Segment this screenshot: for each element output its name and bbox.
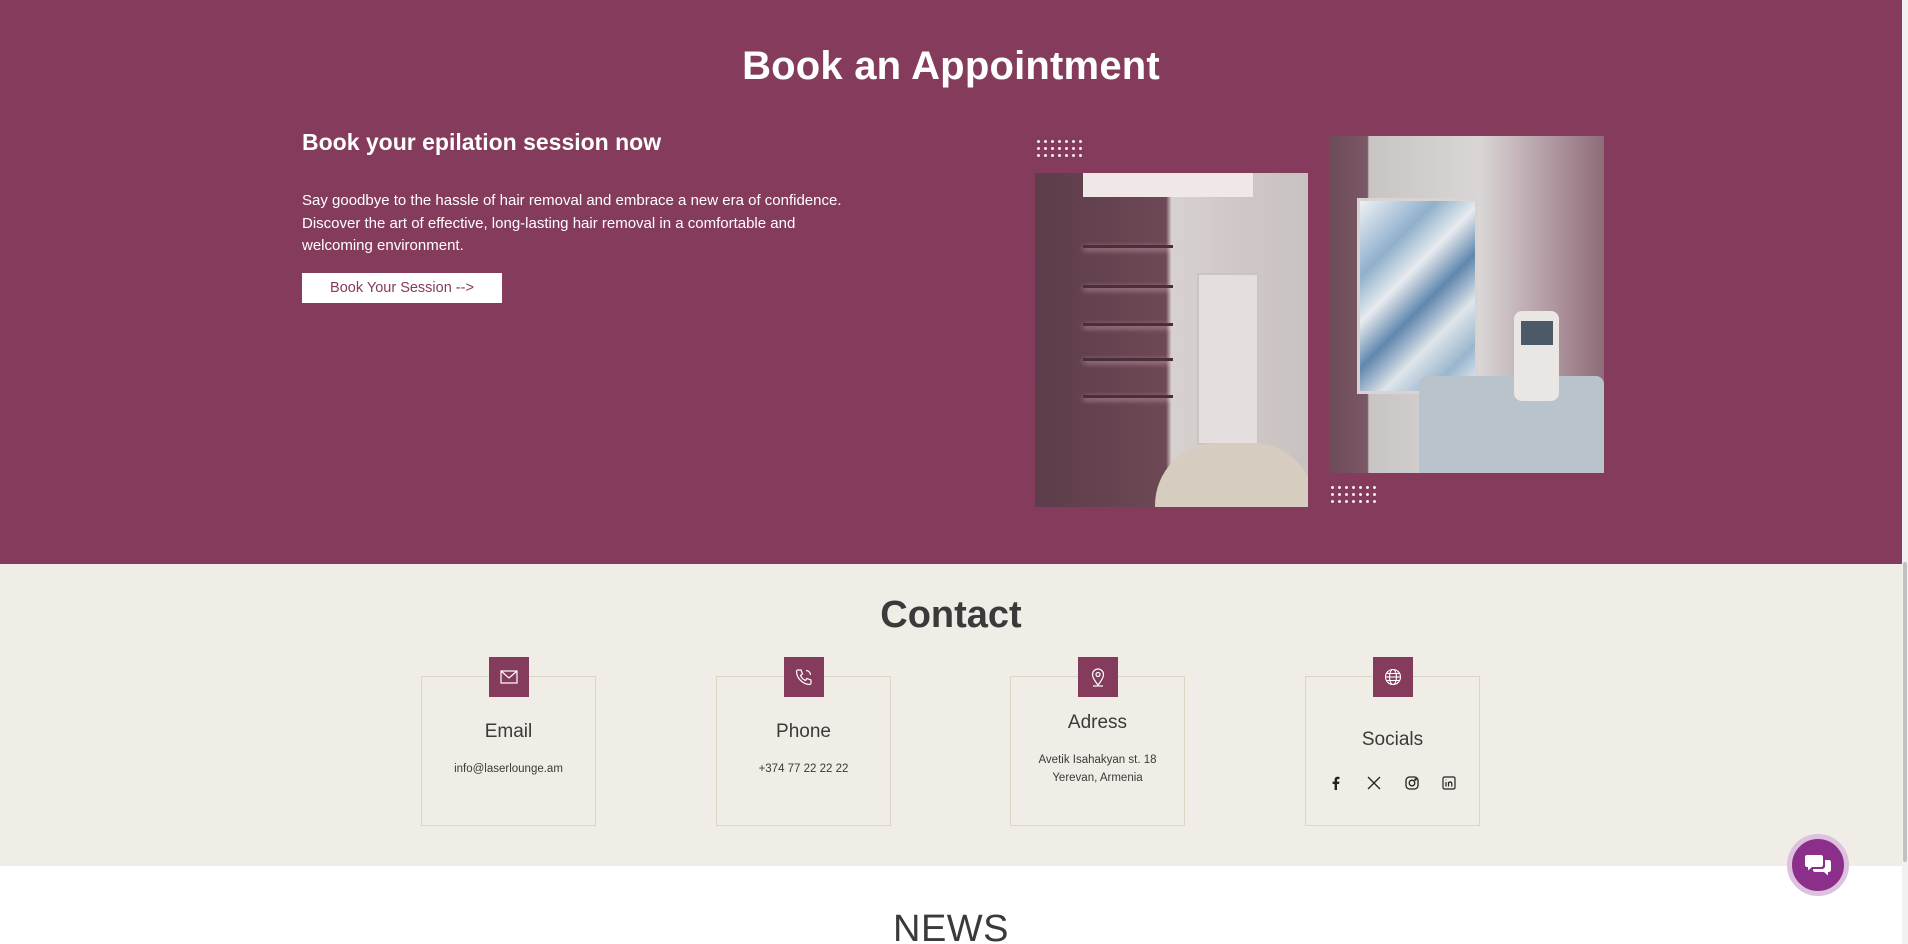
treatment-bed — [1419, 376, 1604, 473]
email-card: Email info@laserlounge.am — [421, 657, 596, 826]
news-title: NEWS — [893, 908, 1009, 944]
linkedin-icon[interactable] — [1441, 775, 1457, 791]
clinic-room-photo — [1035, 173, 1308, 507]
globe-icon — [1373, 657, 1413, 697]
treatment-room-photo — [1329, 136, 1604, 473]
shelf — [1083, 285, 1173, 288]
contact-section: Contact Email info@laserlounge.am Phone … — [0, 564, 1902, 866]
book-session-button[interactable]: Book Your Session --> — [302, 273, 502, 303]
phone-card: Phone +374 77 22 22 22 — [716, 657, 891, 826]
scrollbar[interactable] — [1902, 0, 1908, 944]
email-value[interactable]: info@laserlounge.am — [422, 760, 595, 778]
armchair — [1155, 443, 1308, 507]
address-label: Adress — [1067, 712, 1128, 733]
x-icon[interactable] — [1366, 775, 1382, 791]
machine-screen — [1521, 321, 1553, 345]
wall-artwork — [1357, 198, 1478, 394]
phone-value[interactable]: +374 77 22 22 22 — [717, 760, 890, 778]
contact-title: Contact — [880, 594, 1022, 636]
instagram-icon[interactable] — [1404, 775, 1420, 791]
address-line-2: Yerevan, Armenia — [1052, 772, 1143, 784]
map-pin-icon — [1078, 657, 1118, 697]
door — [1197, 273, 1259, 445]
shelf — [1083, 245, 1173, 248]
envelope-icon — [489, 657, 529, 697]
decorative-dots — [1035, 138, 1083, 160]
shelf — [1083, 323, 1173, 326]
ceiling-light — [1083, 173, 1253, 197]
address-line-1: Avetik Isahakyan st. 18 — [1038, 754, 1157, 766]
socials-card: Socials — [1305, 657, 1480, 826]
booking-section: Book an Appointment Book your epilation … — [0, 0, 1902, 564]
booking-title: Book an Appointment — [742, 44, 1160, 88]
phone-icon — [784, 657, 824, 697]
phone-label: Phone — [776, 721, 831, 742]
page: Book an Appointment Book your epilation … — [0, 0, 1902, 944]
socials-label: Socials — [1361, 729, 1424, 750]
news-section: NEWS — [0, 866, 1902, 944]
chat-button[interactable] — [1787, 834, 1849, 896]
facebook-icon[interactable] — [1328, 775, 1344, 791]
address-card: Adress Avetik Isahakyan st. 18 Yerevan, … — [1010, 657, 1185, 826]
email-label: Email — [484, 721, 533, 742]
scrollbar-thumb[interactable] — [1903, 562, 1907, 862]
shelf — [1083, 358, 1173, 361]
shelf — [1083, 395, 1173, 398]
booking-subtitle: Book your epilation session now — [302, 129, 662, 155]
chat-icon — [1805, 853, 1831, 877]
booking-description: Say goodbye to the hassle of hair remova… — [302, 192, 842, 254]
decorative-dots — [1329, 484, 1377, 506]
